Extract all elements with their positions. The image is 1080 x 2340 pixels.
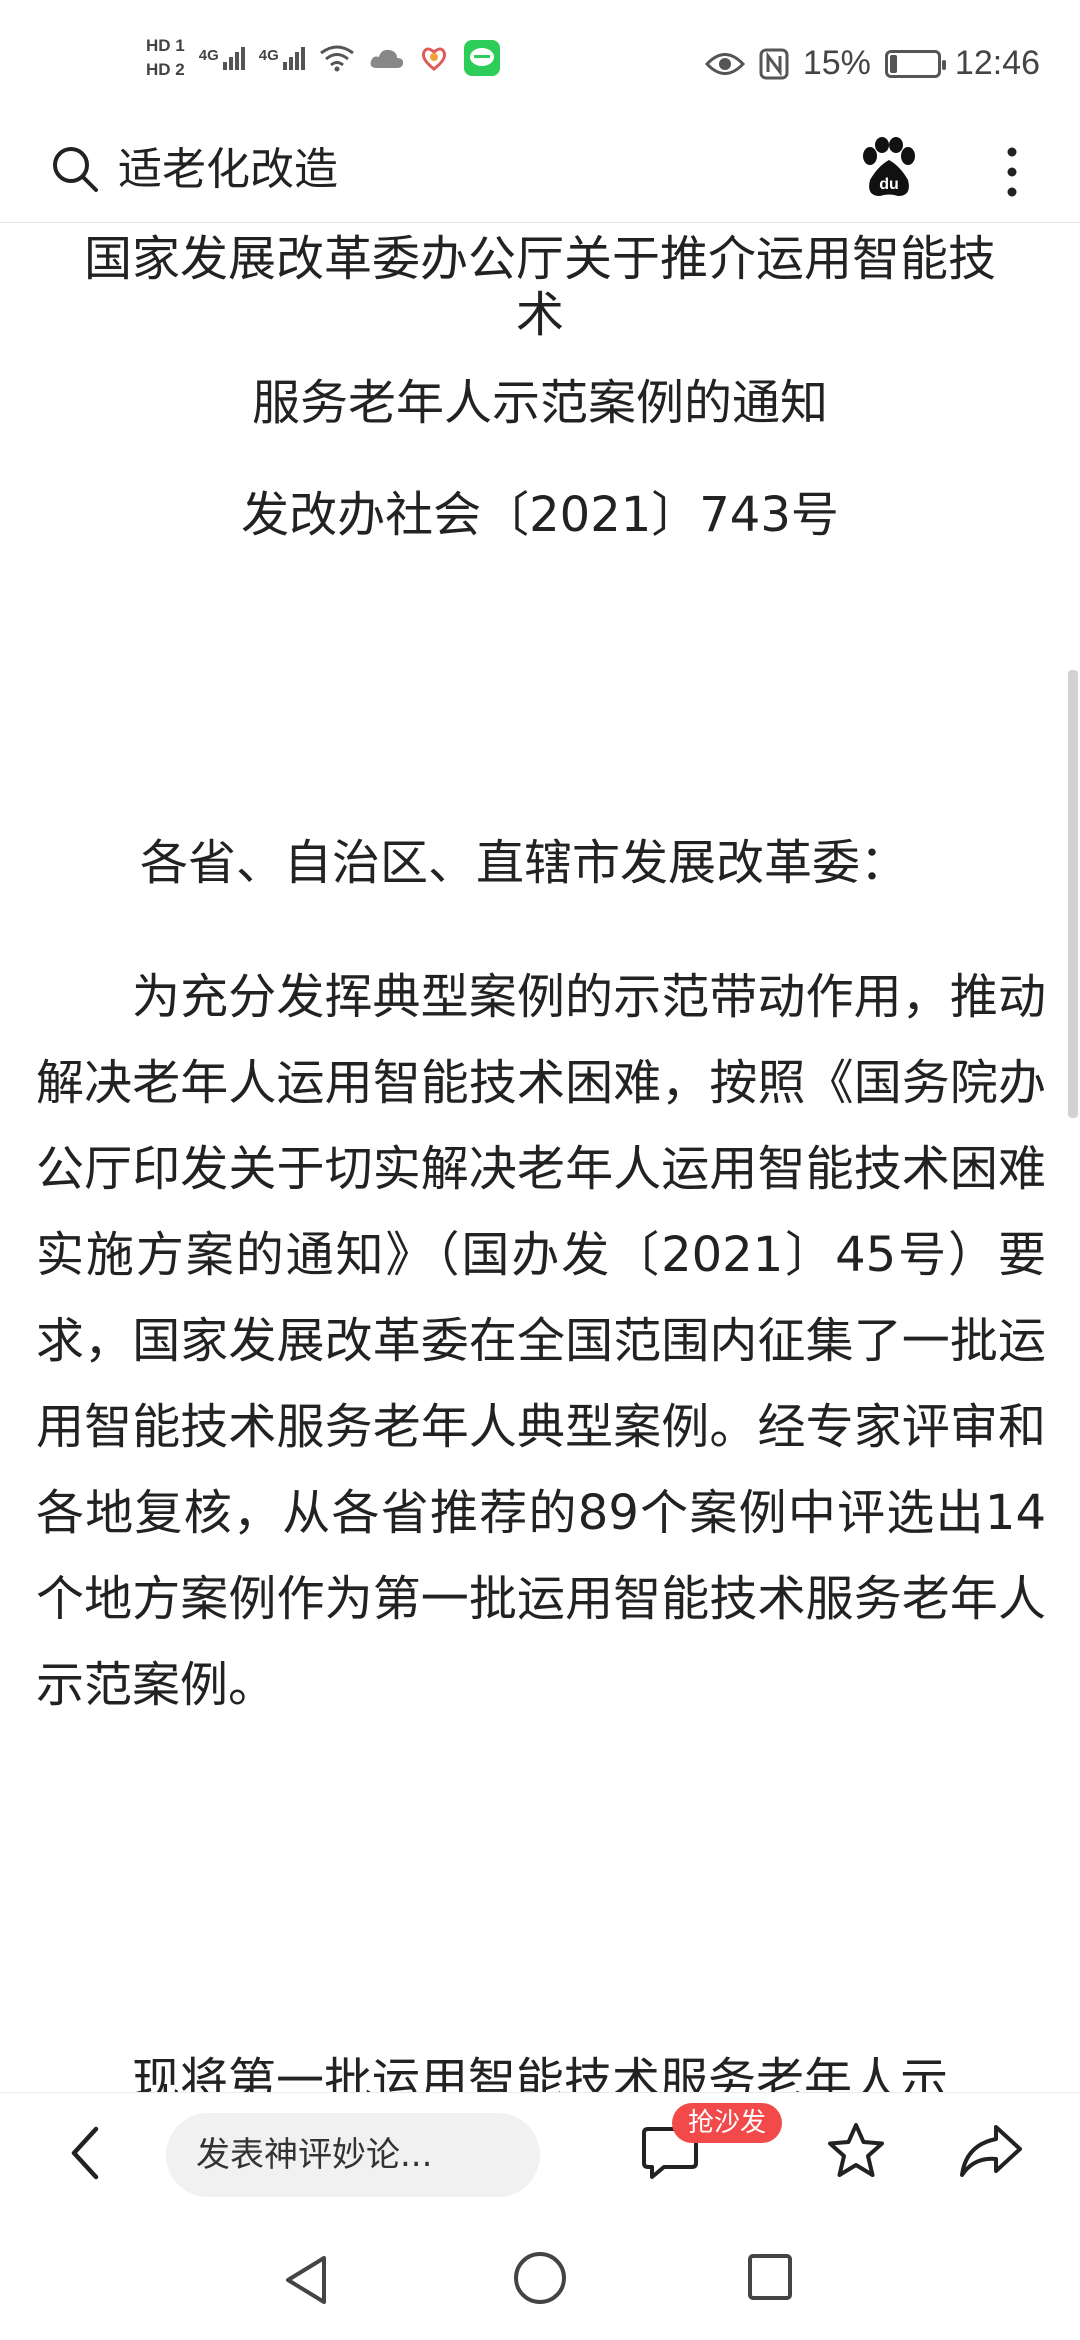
paragraph-2: 现将第一批运用智能技术服务老年人示 (132, 2053, 949, 2092)
heart-app-icon (421, 47, 446, 71)
wifi-icon (319, 45, 354, 72)
baidu-paw-icon[interactable]: du (858, 136, 920, 200)
sofa-badge[interactable]: 抢沙发 (672, 2103, 783, 2143)
search-header: 适老化改造 du (0, 120, 1080, 223)
hd2-label: HD 2 (146, 60, 185, 79)
share-icon[interactable] (958, 2123, 1024, 2179)
scrollbar-thumb[interactable] (1068, 670, 1078, 1118)
nav-recent-square-icon[interactable] (746, 2252, 794, 2302)
article-subtitle: 服务老年人示范案例的通知 (251, 375, 828, 431)
search-icon[interactable] (50, 144, 100, 194)
clock: 12:46 (954, 44, 1040, 82)
bottom-toolbar: 发表神评妙论... 抢沙发 (0, 2092, 1080, 2211)
eye-icon (704, 52, 745, 75)
nav-home-circle-icon[interactable] (512, 2250, 568, 2306)
signal-2-icon: 4G (259, 46, 305, 70)
status-bar: HD 1 HD 2 4G 4G 15% 12:46 (0, 0, 1080, 120)
status-right: 15% 12:46 (704, 44, 1040, 83)
nav-back-triangle-icon[interactable] (282, 2252, 332, 2308)
signal-1-icon: 4G (199, 46, 245, 70)
article-content: 国家发展改革委办公厅关于推介运用智能技 术 服务老年人示范案例的通知 发改办社会… (0, 222, 1080, 2092)
document-number: 发改办社会〔2021〕743号 (241, 487, 839, 543)
hd1-label: HD 1 (146, 36, 185, 55)
system-nav-bar (0, 2210, 1080, 2340)
search-query-text[interactable]: 适老化改造 (118, 140, 338, 200)
status-left: HD 1 HD 2 4G 4G (146, 36, 501, 80)
cloud-icon (370, 49, 403, 68)
battery-icon (884, 49, 946, 78)
comment-input[interactable]: 发表神评妙论... (166, 2113, 540, 2197)
more-vertical-icon[interactable] (1000, 140, 1024, 204)
battery-percent: 15% (802, 44, 871, 82)
addressee: 各省、自治区、直辖市发展改革委： (140, 835, 909, 891)
star-icon[interactable] (826, 2121, 886, 2181)
svg-text:du: du (879, 176, 899, 193)
back-arrow-icon[interactable] (66, 2123, 106, 2183)
hd-indicators: HD 1 HD 2 (146, 36, 185, 80)
paragraph-1: 为充分发挥典型案例的示范带动作用，推动解决老年人运用智能技术困难，按照《国务院办… (36, 969, 1046, 1713)
nfc-icon (759, 48, 789, 79)
article-title-line2: 术 (515, 287, 564, 343)
chat-app-icon (463, 40, 500, 76)
